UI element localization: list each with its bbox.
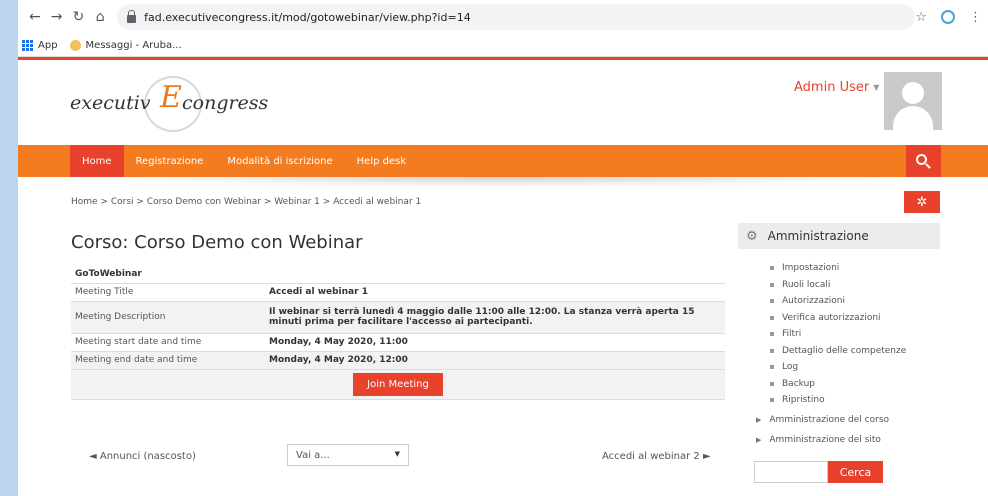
nav-item-registrazione[interactable]: Registrazione	[124, 145, 216, 177]
admin-item-log[interactable]: Log	[770, 359, 906, 376]
gears-icon: ⚙	[746, 228, 758, 244]
lock-icon	[127, 10, 137, 23]
address-row: ← → ↻ ⌂ fad.executivecongress.it/mod/got…	[18, 0, 988, 34]
admin-item-impostazioni[interactable]: Impostazioni	[770, 260, 906, 277]
browser-chrome: ← → ↻ ⌂ fad.executivecongress.it/mod/got…	[18, 0, 988, 57]
admin-list: Impostazioni Ruoli locali Autorizzazioni…	[770, 260, 906, 409]
user-name: Admin User	[794, 80, 870, 95]
apps-grid-icon	[22, 39, 33, 51]
admin-section-corso[interactable]: ▶ Amministrazione del corso	[756, 415, 889, 425]
admin-item-ruoli-locali[interactable]: Ruoli locali	[770, 277, 906, 294]
nav-item-help-desk[interactable]: Help desk	[345, 145, 418, 177]
menu-dots-icon[interactable]: ⋮	[969, 10, 982, 25]
admin-search-button[interactable]: Cerca	[828, 461, 883, 483]
breadcrumb-current: Accedi al webinar 1	[333, 197, 422, 207]
expand-arrow-icon: ▶	[756, 436, 762, 444]
row-label: Meeting end date and time	[71, 350, 265, 369]
forward-arrow-icon[interactable]: →	[46, 9, 68, 25]
bookmark-label: Messaggi - Aruba...	[85, 39, 182, 51]
expand-arrow-icon: ▶	[756, 416, 762, 424]
admin-item-backup[interactable]: Backup	[770, 376, 906, 393]
aruba-favicon-icon	[69, 39, 81, 51]
admin-block-header: ⚙ Amministrazione	[738, 223, 940, 249]
nav-item-modalita-iscrizione[interactable]: Modalità di iscrizione	[215, 145, 344, 177]
breadcrumb-corsi[interactable]: Corsi	[111, 197, 134, 207]
nav-item-home[interactable]: Home	[70, 145, 124, 177]
bookmarks-bar: App Messaggi - Aruba...	[18, 34, 988, 57]
search-icon	[916, 153, 927, 165]
join-meeting-button[interactable]: Join Meeting	[353, 372, 443, 396]
row-value: Accedi al webinar 1	[265, 282, 725, 301]
back-arrow-icon[interactable]: ←	[24, 9, 46, 25]
jump-to-select[interactable]: Vai a... ▼	[287, 444, 409, 466]
admin-search-input[interactable]	[754, 461, 828, 483]
settings-button[interactable]: ✲	[904, 191, 940, 213]
row-value: Monday, 4 May 2020, 12:00	[265, 350, 725, 369]
reload-icon[interactable]: ↻	[68, 9, 90, 25]
profile-icon[interactable]	[941, 10, 955, 24]
page-title: Corso: Corso Demo con Webinar	[71, 232, 363, 253]
bookmark-apps[interactable]: App	[22, 39, 58, 51]
row-label: Meeting start date and time	[71, 332, 265, 351]
site-logo[interactable]: executiv E congress	[70, 72, 270, 136]
caret-down-icon: ▼	[873, 83, 880, 92]
logo-letter: E	[160, 80, 182, 115]
bookmark-label: App	[38, 39, 58, 51]
row-label: Meeting Description	[71, 300, 265, 333]
row-value: Monday, 4 May 2020, 11:00	[265, 332, 725, 351]
table-caption: GoToWebinar	[75, 269, 142, 280]
home-icon[interactable]: ⌂	[89, 9, 111, 25]
logo-suffix: congress	[182, 92, 269, 114]
webinar-table: GoToWebinar Meeting Title Accedi al webi…	[71, 266, 725, 400]
site-header: executiv E congress Admin User ▼	[18, 60, 988, 145]
admin-section-sito[interactable]: ▶ Amministrazione del sito	[756, 435, 881, 445]
admin-block-title: Amministrazione	[767, 229, 869, 243]
logo-prefix: executiv	[70, 92, 151, 114]
next-activity-link[interactable]: Accedi al webinar 2 ►	[602, 451, 711, 462]
admin-item-filtri[interactable]: Filtri	[770, 326, 906, 343]
nav-search-button[interactable]	[906, 145, 941, 177]
breadcrumb-webinar[interactable]: Webinar 1	[274, 197, 320, 207]
breadcrumb-course[interactable]: Corso Demo con Webinar	[147, 197, 261, 207]
url-text: fad.executivecongress.it/mod/gotowebinar…	[144, 10, 471, 24]
admin-item-ripristino[interactable]: Ripristino	[770, 392, 906, 409]
admin-item-verifica-autorizzazioni[interactable]: Verifica autorizzazioni	[770, 310, 906, 327]
gear-icon: ✲	[916, 194, 928, 210]
row-value: Il webinar si terrà lunedì 4 maggio dall…	[265, 300, 725, 333]
user-menu[interactable]: Admin User ▼	[794, 80, 879, 95]
avatar[interactable]	[884, 72, 942, 130]
row-label: Meeting Title	[71, 282, 265, 301]
main-navbar: Home Registrazione Modalità di iscrizion…	[18, 145, 988, 177]
moodle-page: executiv E congress Admin User ▼ Home Re…	[18, 57, 988, 496]
breadcrumb: Home > Corsi > Corso Demo con Webinar > …	[71, 197, 422, 207]
bookmark-star-icon[interactable]: ☆	[915, 10, 927, 25]
prev-activity-link[interactable]: ◄ Annunci (nascosto)	[89, 451, 196, 462]
dropdown-arrow-icon: ▼	[394, 450, 400, 458]
admin-item-autorizzazioni[interactable]: Autorizzazioni	[770, 293, 906, 310]
bookmark-aruba[interactable]: Messaggi - Aruba...	[69, 39, 182, 51]
admin-item-competenze[interactable]: Dettaglio delle competenze	[770, 343, 906, 360]
navbar-shadow	[108, 177, 898, 187]
address-bar[interactable]: fad.executivecongress.it/mod/gotowebinar…	[117, 4, 916, 30]
breadcrumb-home[interactable]: Home	[71, 197, 98, 207]
jump-to-value: Vai a...	[296, 449, 330, 461]
